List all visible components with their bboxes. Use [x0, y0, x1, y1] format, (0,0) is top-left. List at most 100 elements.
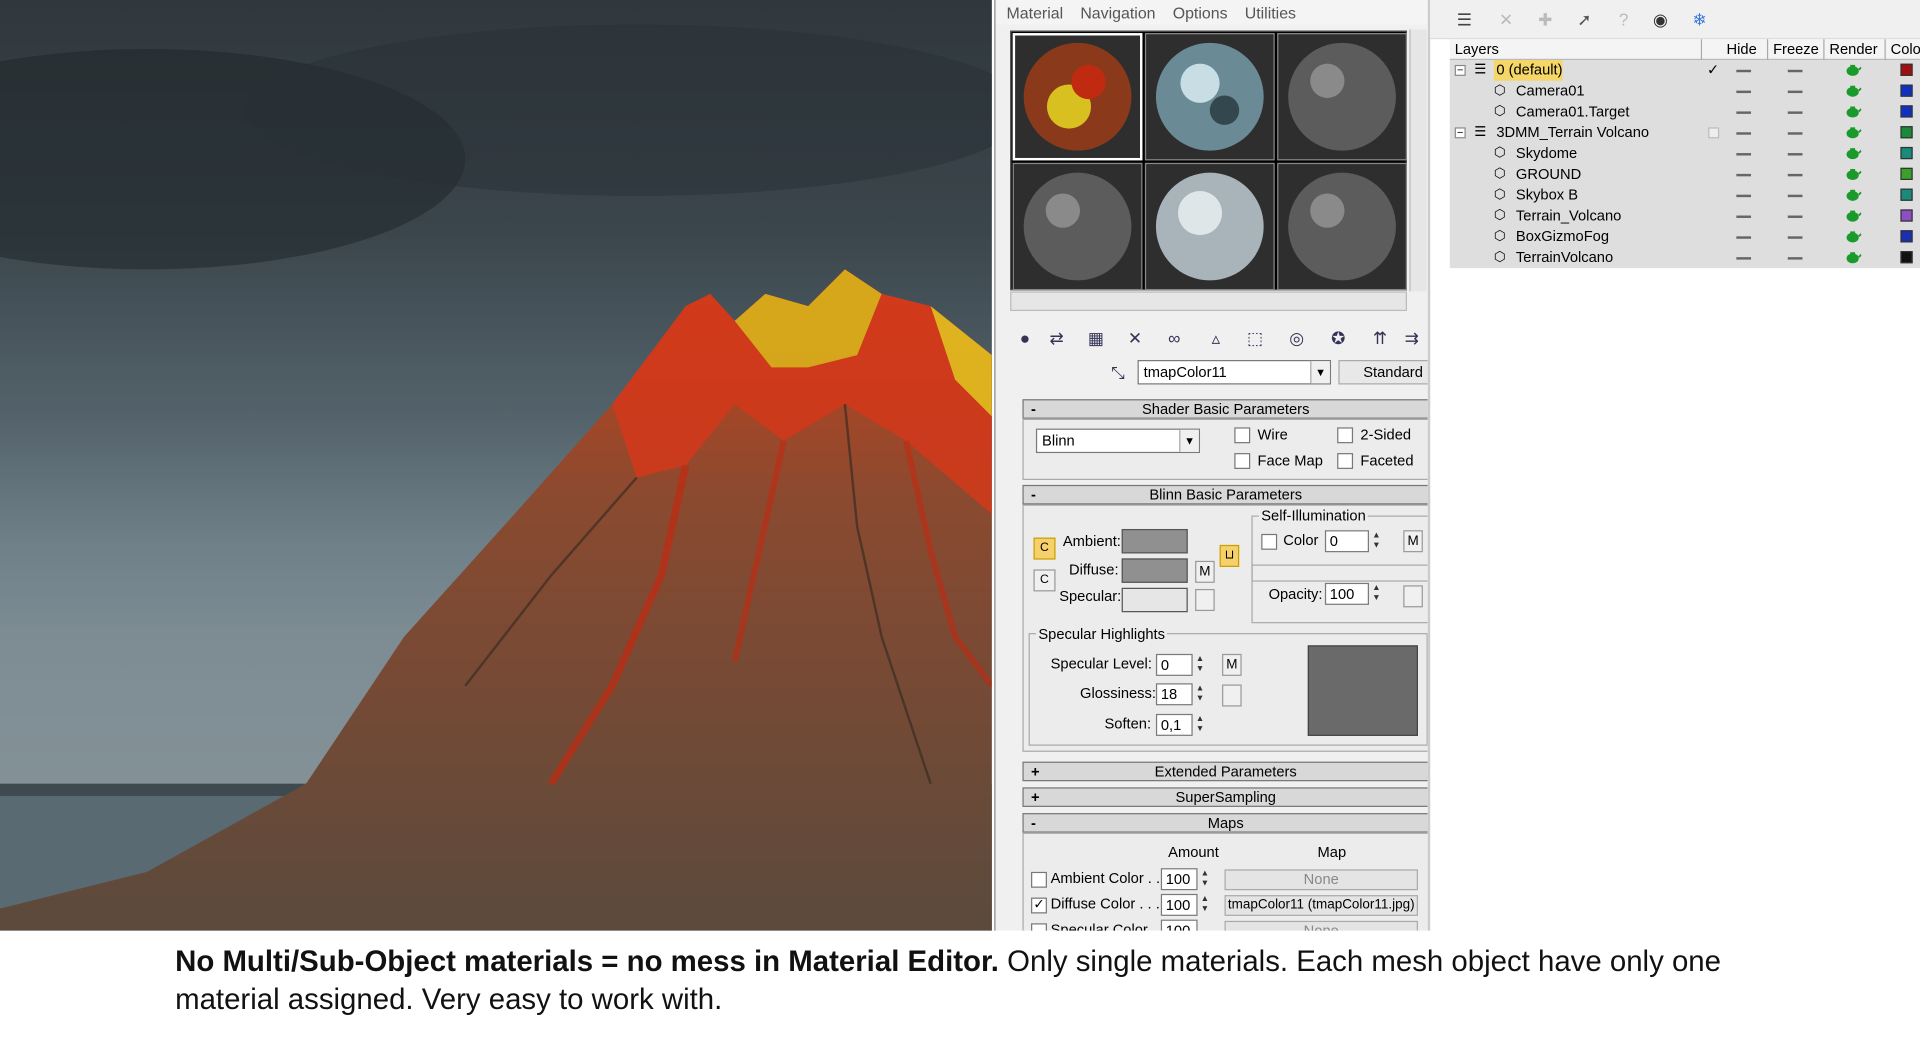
layer-name[interactable]: BoxGizmoFog — [1513, 227, 1609, 248]
layer-color-swatch[interactable] — [1900, 230, 1913, 243]
spinner-arrows-icon[interactable]: ▲ ▼ — [1194, 715, 1206, 735]
assign-material-icon[interactable]: ▦ — [1084, 326, 1108, 350]
freeze-toggle-icon[interactable] — [1787, 194, 1803, 198]
collapse-tree-icon[interactable]: − — [1454, 64, 1466, 76]
lock-ambient-diffuse-icon[interactable]: C — [1033, 537, 1056, 560]
put-to-scene-icon[interactable]: ⇄ — [1044, 326, 1068, 350]
freeze-toggle-icon[interactable] — [1787, 153, 1803, 156]
layer-row[interactable]: − ☰ 0 (default) ✓ — [1450, 60, 1920, 81]
render-teapot-icon[interactable] — [1844, 64, 1862, 77]
layer-name[interactable]: Skybox B — [1513, 185, 1578, 206]
diffuse-map-button[interactable]: M — [1195, 560, 1215, 583]
specular-color-swatch[interactable] — [1121, 587, 1188, 613]
glossiness-map-button[interactable] — [1222, 684, 1242, 707]
layer-row[interactable]: − ☰ 3DMM_Terrain Volcano — [1450, 122, 1920, 143]
hide-toggle-icon[interactable] — [1736, 69, 1752, 73]
shader-type-select[interactable]: Blinn ▼ — [1035, 428, 1201, 454]
menu-utilities[interactable]: Utilities — [1245, 3, 1296, 21]
render-teapot-icon[interactable] — [1844, 189, 1862, 202]
layer-row[interactable]: ⬡ Camera01 — [1450, 81, 1920, 102]
opacity-map-button[interactable] — [1403, 585, 1423, 608]
hide-toggle-icon[interactable] — [1736, 236, 1752, 239]
layer-color-swatch[interactable] — [1900, 146, 1913, 160]
soften-spinner[interactable]: 0,1 ▲ ▼ — [1155, 713, 1204, 736]
ambient-map-checkbox[interactable] — [1031, 871, 1047, 888]
layer-name[interactable]: 0 (default) — [1493, 60, 1563, 81]
make-unique-icon[interactable]: ∞ — [1162, 326, 1186, 350]
spinner-arrows-icon[interactable]: ▲ ▼ — [1370, 531, 1382, 551]
specular-map-slot-button[interactable]: None — [1224, 920, 1418, 931]
sample-slot-6[interactable] — [1277, 162, 1407, 291]
layer-color-swatch[interactable] — [1900, 188, 1913, 201]
diffuse-map-checkbox[interactable]: ✓ — [1031, 897, 1047, 914]
face-map-checkbox[interactable] — [1234, 453, 1251, 469]
freeze-toggle-icon[interactable] — [1787, 90, 1803, 94]
spinner-arrows-icon[interactable]: ▲ ▼ — [1194, 655, 1206, 675]
faceted-checkbox[interactable] — [1337, 453, 1354, 469]
layer-row[interactable]: ⬡ Skybox B — [1450, 185, 1920, 206]
ambient-amount-spinner[interactable]: 100 ▲ ▼ — [1160, 868, 1209, 891]
add-to-layer-icon[interactable]: ✚ — [1533, 7, 1557, 31]
self-illum-map-button[interactable]: M — [1403, 530, 1423, 553]
hide-column-header[interactable]: Hide — [1722, 39, 1769, 61]
menu-options[interactable]: Options — [1173, 3, 1228, 21]
sample-slot-5[interactable] — [1144, 162, 1275, 291]
sample-slot-2[interactable] — [1144, 33, 1275, 161]
hide-toggle-icon[interactable] — [1736, 111, 1752, 114]
menu-material[interactable]: Material — [1007, 3, 1064, 21]
glossiness-spinner[interactable]: 18 ▲ ▼ — [1155, 683, 1204, 706]
diffuse-map-slot-button[interactable]: tmapColor11 (tmapColor11.jpg) — [1224, 895, 1418, 916]
hide-toggle-icon[interactable] — [1736, 257, 1752, 260]
layer-name[interactable]: Terrain_Volcano — [1513, 206, 1621, 227]
layer-color-swatch[interactable] — [1900, 105, 1913, 118]
color-column-header[interactable]: Color — [1886, 39, 1920, 60]
two-sided-checkbox[interactable] — [1337, 427, 1354, 444]
spinner-arrows-icon[interactable]: ▲ ▼ — [1194, 684, 1206, 704]
rollout-supersampling[interactable]: + SuperSampling — [1022, 787, 1428, 807]
render-teapot-icon[interactable] — [1844, 230, 1862, 243]
freeze-toggle-icon[interactable] — [1787, 236, 1803, 239]
render-teapot-icon[interactable] — [1844, 105, 1862, 118]
show-end-result-icon[interactable]: ✪ — [1326, 326, 1350, 350]
material-type-button[interactable]: Standard — [1338, 360, 1428, 385]
render-teapot-icon[interactable] — [1844, 251, 1862, 264]
freeze-all-icon[interactable]: ❄ — [1687, 7, 1711, 31]
render-teapot-icon[interactable] — [1844, 126, 1862, 139]
spinner-arrows-icon[interactable]: ▲ ▼ — [1199, 895, 1211, 915]
material-name-field[interactable]: tmapColor11 ▼ — [1137, 360, 1332, 385]
reset-map-icon[interactable]: ✕ — [1123, 326, 1147, 350]
menu-navigation[interactable]: Navigation — [1080, 3, 1155, 21]
pick-material-icon[interactable]: ⤡ — [1106, 360, 1130, 384]
collapse-tree-icon[interactable]: − — [1454, 127, 1466, 139]
layer-row[interactable]: ⬡ Skydome — [1450, 143, 1920, 164]
hide-toggle-icon[interactable] — [1736, 173, 1752, 177]
go-to-parent-icon[interactable]: ⇈ — [1368, 326, 1392, 350]
layer-color-swatch[interactable] — [1900, 167, 1913, 181]
ambient-color-swatch[interactable] — [1121, 528, 1188, 554]
slots-horizontal-scrollbar[interactable] — [1010, 291, 1407, 312]
layer-row[interactable]: ⬡ BoxGizmoFog — [1450, 227, 1920, 248]
sample-slot-1[interactable] — [1012, 33, 1143, 161]
specular-amount-spinner[interactable]: 100 — [1160, 919, 1198, 931]
freeze-toggle-icon[interactable] — [1787, 111, 1803, 114]
layer-color-swatch[interactable] — [1900, 84, 1913, 97]
opacity-spinner[interactable]: 100 ▲ ▼ — [1324, 582, 1381, 605]
material-effects-icon[interactable]: ⬚ — [1243, 326, 1267, 350]
layer-name[interactable]: Camera01.Target — [1513, 102, 1630, 123]
specular-map-checkbox[interactable] — [1031, 923, 1047, 931]
lock-icon[interactable]: ⊔ — [1219, 544, 1240, 567]
layer-name[interactable]: Skydome — [1513, 143, 1577, 164]
specular-level-spinner[interactable]: 0 ▲ ▼ — [1155, 653, 1204, 676]
active-layer-check-icon[interactable]: ✓ — [1707, 60, 1719, 81]
layer-row[interactable]: ⬡ Camera01.Target — [1450, 102, 1920, 123]
hide-toggle-icon[interactable] — [1736, 132, 1752, 135]
lock-diffuse-specular-icon[interactable]: C — [1033, 569, 1056, 592]
rollout-blinn-basic[interactable]: - Blinn Basic Parameters — [1022, 484, 1428, 505]
layer-name[interactable]: Camera01 — [1513, 81, 1585, 102]
hide-toggle-icon[interactable] — [1736, 215, 1752, 218]
help-icon[interactable]: ? — [1611, 7, 1635, 31]
hide-toggle-icon[interactable] — [1736, 153, 1752, 156]
hide-toggle-icon[interactable] — [1736, 194, 1752, 198]
self-illum-color-checkbox[interactable] — [1261, 533, 1278, 550]
render-column-header[interactable]: Render — [1825, 39, 1886, 61]
